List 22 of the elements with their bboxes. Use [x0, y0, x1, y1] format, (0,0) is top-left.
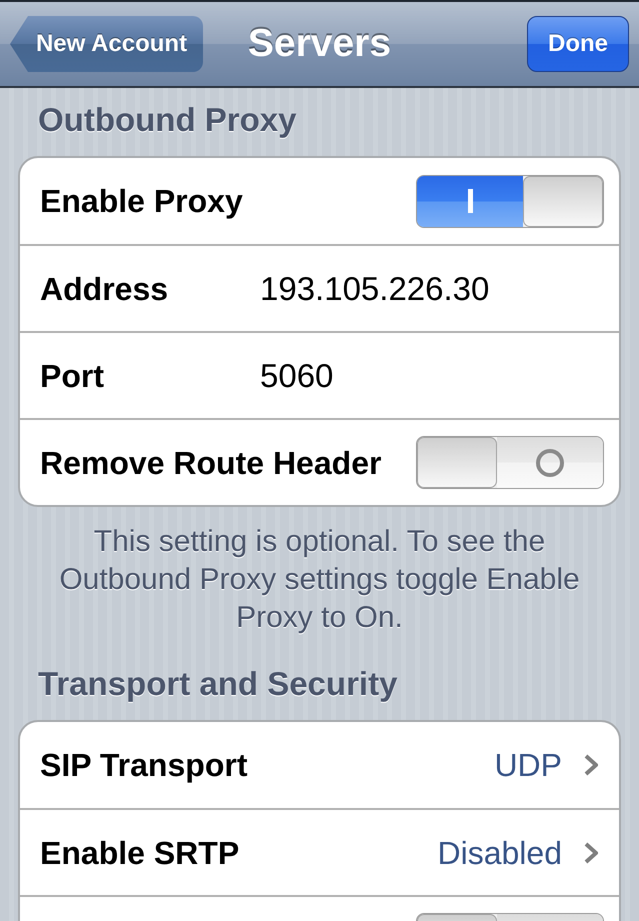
row-label: Address: [40, 270, 170, 308]
section-header: Transport and Security: [38, 664, 398, 704]
chevron-icon: [584, 754, 598, 776]
toggle-switch[interactable]: [416, 436, 604, 489]
row-label: Remove Route Header: [40, 444, 382, 482]
text-field[interactable]: 5060: [260, 350, 604, 400]
ring-icon: [536, 448, 564, 476]
row-label: SIP Transport: [40, 746, 248, 785]
back-button[interactable]: New Account: [10, 16, 203, 72]
row-label: Enable SRTP: [40, 834, 240, 872]
toggle-switch[interactable]: [416, 174, 604, 228]
row-label: Enable Proxy: [40, 182, 244, 221]
row-label: Port: [40, 356, 105, 396]
screen-title: Servers: [248, 20, 392, 67]
section-header: Outbound Proxy: [38, 100, 298, 140]
row-value: Disabled: [437, 834, 562, 872]
bar-icon: [468, 189, 472, 213]
row-value: UDP: [494, 746, 562, 785]
footer-note: This setting is optional. To see the Outbound Proxy settings toggle Enable Proxy to On.: [58, 524, 581, 636]
text-field[interactable]: 193.105.226.30: [260, 264, 604, 314]
chevron-icon: [584, 842, 598, 864]
done-button[interactable]: Done: [527, 16, 629, 72]
